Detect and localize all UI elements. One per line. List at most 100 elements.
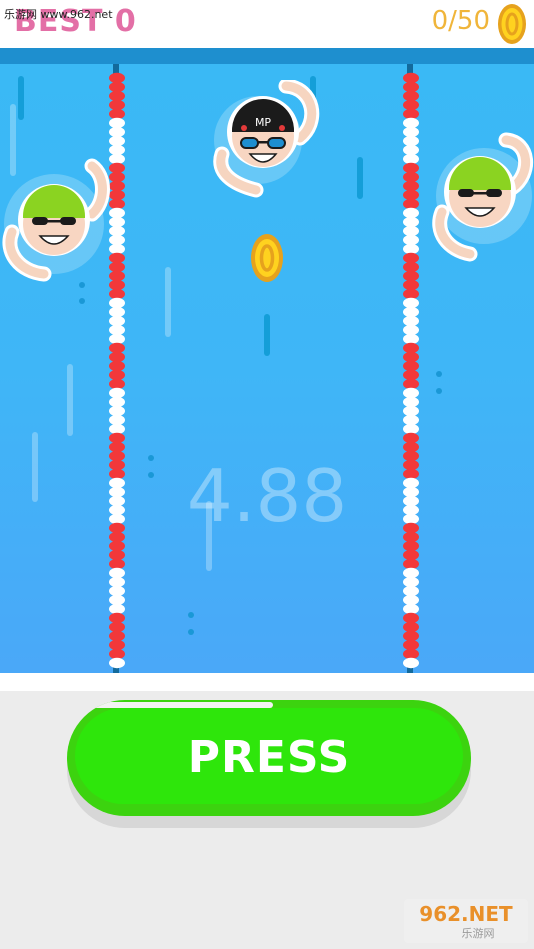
rope-float (403, 324, 419, 336)
rope-float (403, 396, 419, 408)
rope-float (109, 378, 125, 390)
rope-float (403, 108, 419, 120)
coin-icon (498, 4, 526, 44)
rope-float (109, 297, 125, 309)
water-ripple (67, 364, 73, 436)
water-bubble (188, 629, 194, 635)
rope-float (403, 378, 419, 390)
rope-float (109, 369, 125, 381)
rope-float (109, 180, 125, 192)
rope-float (109, 198, 125, 210)
rope-float (403, 657, 419, 669)
rope-float (109, 243, 125, 255)
water-bubble (188, 612, 194, 618)
rope-float (109, 333, 125, 345)
rope-float (109, 342, 125, 354)
pool: MP 4.88 (0, 64, 534, 673)
rope-float (109, 324, 125, 336)
rope-float (109, 234, 125, 246)
water-bubble (79, 282, 85, 288)
rope-float (403, 270, 419, 282)
rope-float (403, 279, 419, 291)
rope-float (403, 630, 419, 642)
rope-float (403, 117, 419, 129)
svg-text:962.NET: 962.NET (419, 902, 513, 926)
rope-float (403, 261, 419, 273)
rope-float (109, 162, 125, 174)
rope-float (109, 171, 125, 183)
rope-float (403, 549, 419, 561)
rope-float (403, 243, 419, 255)
rope-float (403, 144, 419, 156)
rope-float (403, 612, 419, 624)
rope-float (109, 135, 125, 147)
coin-pickup-icon (251, 234, 283, 282)
rope-float (109, 144, 125, 156)
rope-float (403, 432, 419, 444)
rope-float (109, 612, 125, 624)
rope-float (403, 153, 419, 165)
rope-float (403, 387, 419, 399)
rope-float (403, 99, 419, 111)
rope-float (403, 216, 419, 228)
rope-float (109, 225, 125, 237)
rope-float (403, 360, 419, 372)
game-screen: BEST 0 0/50 乐游网 www.962.net MP 4.88 PRES… (0, 0, 534, 949)
rope-float (403, 351, 419, 363)
rope-float (109, 576, 125, 588)
rope-float (109, 405, 125, 417)
rope-float (109, 90, 125, 102)
rope-float (109, 396, 125, 408)
rope-float (109, 648, 125, 660)
rope-float (109, 549, 125, 561)
rope-float (403, 540, 419, 552)
rope-float (403, 369, 419, 381)
rope-float (109, 189, 125, 201)
rope-float (109, 540, 125, 552)
rope-float (403, 306, 419, 318)
rope-float (403, 423, 419, 435)
rope-float (109, 441, 125, 453)
rope-float (109, 567, 125, 579)
rope-float (403, 207, 419, 219)
rope-float (403, 180, 419, 192)
rope-float (109, 594, 125, 606)
rope-float (403, 567, 419, 579)
rope-float (403, 576, 419, 588)
rope-float (403, 225, 419, 237)
rope-float (109, 423, 125, 435)
rope-float (403, 405, 419, 417)
rope-float (109, 351, 125, 363)
rope-float (403, 234, 419, 246)
rope-float (403, 585, 419, 597)
water-ripple (264, 314, 270, 356)
rope-float (403, 342, 419, 354)
rope-float (109, 288, 125, 300)
press-button-label: PRESS (187, 732, 351, 783)
rope-float (403, 198, 419, 210)
pool-edge (0, 48, 534, 64)
rope-float (109, 72, 125, 84)
rope-float (109, 306, 125, 318)
rope-float (109, 252, 125, 264)
rope-float (109, 153, 125, 165)
rope-float (109, 585, 125, 597)
rope-float (403, 621, 419, 633)
water-ripple (165, 267, 171, 337)
rope-float (403, 189, 419, 201)
water-ripple (18, 76, 24, 120)
rope-float (109, 432, 125, 444)
water-bubble (436, 371, 442, 377)
rope-float (109, 108, 125, 120)
rope-float (403, 171, 419, 183)
rope-float (403, 414, 419, 426)
rope-float (109, 99, 125, 111)
rope-float (109, 117, 125, 129)
lane-rope (399, 64, 423, 673)
cap-text: MP (255, 116, 271, 129)
svg-text:乐游网: 乐游网 (462, 927, 495, 940)
press-button[interactable]: PRESS (67, 700, 471, 816)
swimmer-avatar (432, 132, 534, 262)
coin-counter: 0/50 (431, 6, 490, 36)
water-bubble (436, 388, 442, 394)
